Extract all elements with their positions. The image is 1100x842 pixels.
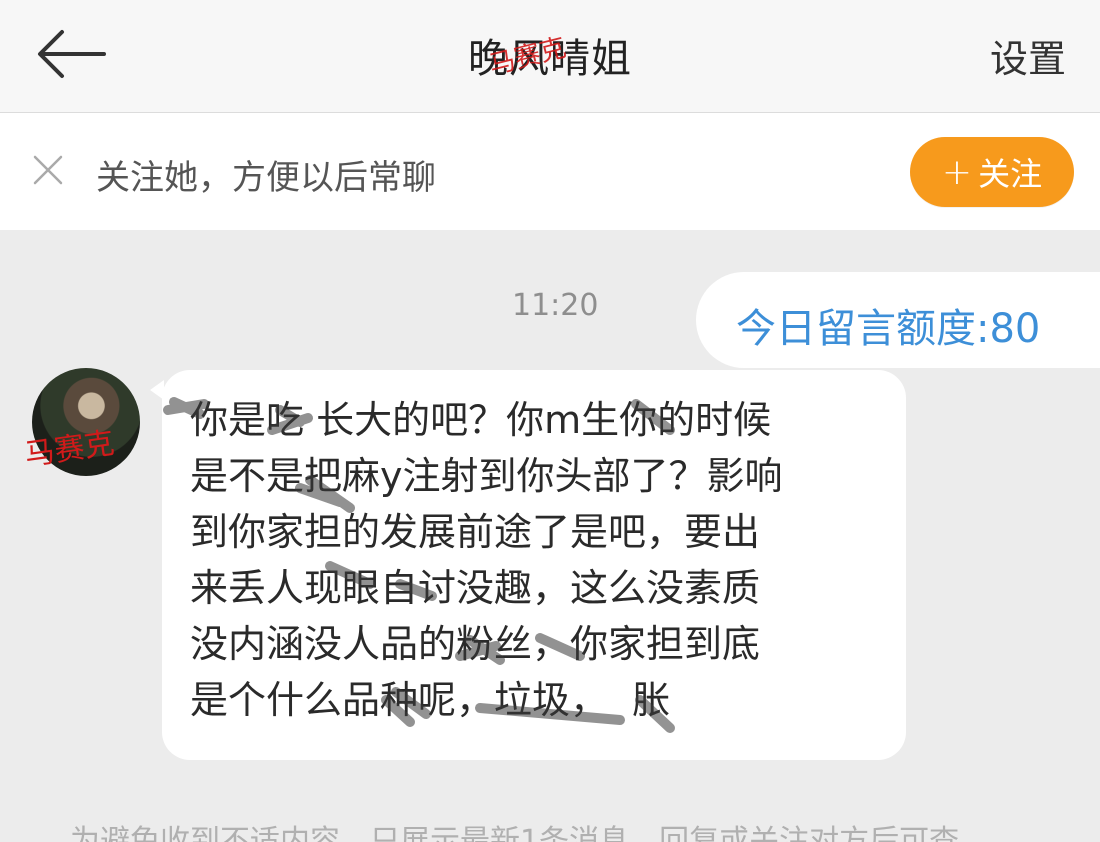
follow-button-label: 关注 [978, 155, 1043, 193]
settings-button[interactable]: 设置 [990, 28, 1066, 83]
message-text: 你是吃 长大的吧？你m生你的时候 是不是把麻y注射到你头部了？影响 到你家担的发… [190, 398, 783, 722]
plus-icon: + [941, 151, 973, 193]
footer-notice: 为避免收到不适内容，只展示最新1条消息，回复或关注对方后可查 [70, 824, 1070, 842]
close-banner-button[interactable] [30, 152, 66, 188]
chat-screen: 晚风晴姐 马赛克 设置 关注她，方便以后常聊 + 关注 11:20 今日留言额度… [0, 0, 1100, 842]
bubble-tail [150, 380, 164, 400]
footer-notice-text: 为避免收到不适内容，只展示最新1条消息，回复或关注对方后可查 [70, 824, 960, 842]
follow-prompt-text: 关注她，方便以后常聊 [96, 158, 436, 198]
close-icon [33, 155, 63, 185]
quota-label: 今日留言额度:80 [736, 306, 1041, 352]
message-timestamp: 11:20 [512, 288, 599, 323]
follow-button[interactable]: + 关注 [910, 137, 1074, 207]
